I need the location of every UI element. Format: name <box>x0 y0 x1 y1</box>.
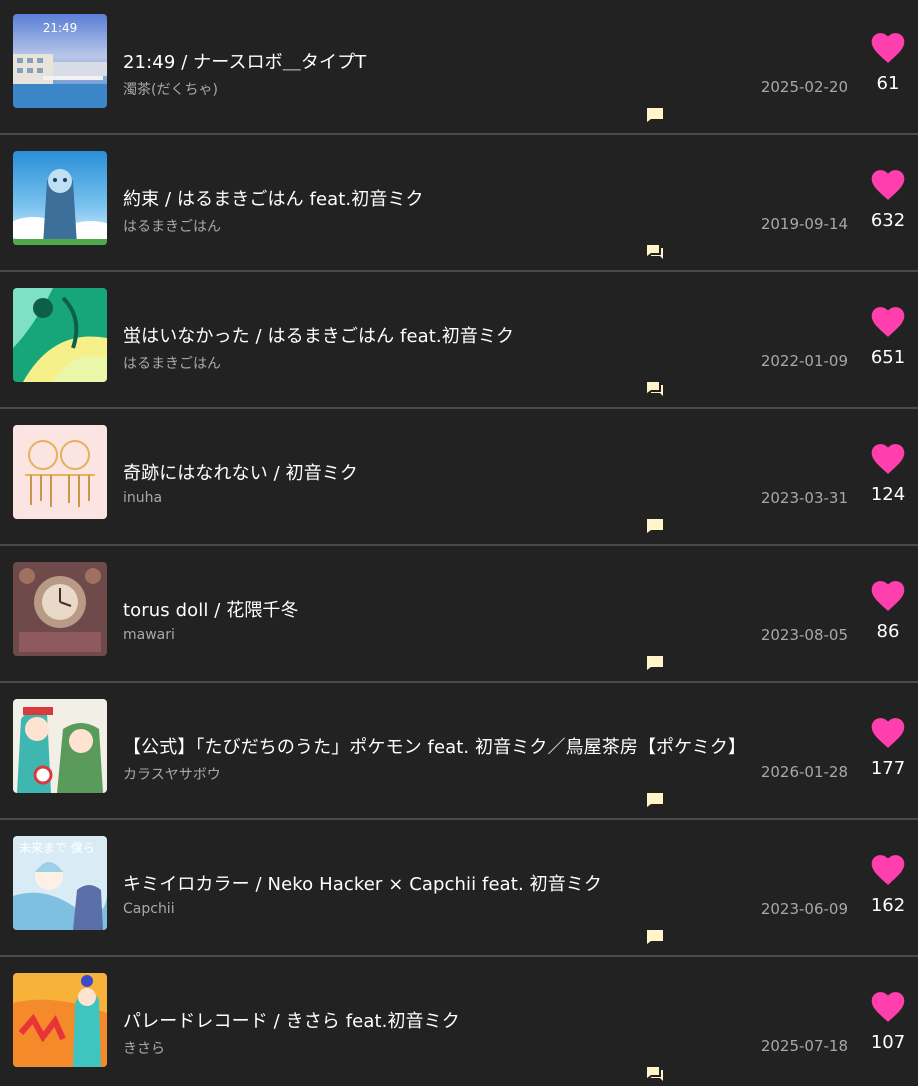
song-artist[interactable]: inuha <box>123 490 162 506</box>
song-thumbnail[interactable]: 21:49 <box>13 14 107 108</box>
like-button[interactable]: 61 <box>858 18 918 108</box>
song-thumbnail[interactable] <box>13 562 107 656</box>
comment-icon[interactable] <box>646 792 664 808</box>
song-title[interactable]: キミイロカラー / Neko Hacker × Capchii feat. 初音… <box>123 870 602 896</box>
like-count: 86 <box>876 621 900 642</box>
comment-icon[interactable] <box>646 929 664 945</box>
comment-icon[interactable] <box>646 518 664 534</box>
song-row[interactable]: 21:49 21:49 / ナースロボ＿タイプT 濁茶(だくちゃ) 2025-0… <box>0 0 918 135</box>
like-button[interactable]: 651 <box>858 292 918 382</box>
song-row[interactable]: 約束 / はるまきごはん feat.初音ミク はるまきごはん 2019-09-1… <box>0 137 918 272</box>
like-button[interactable]: 162 <box>858 840 918 930</box>
song-title[interactable]: 【公式】「たびだちのうた」ポケモン feat. 初音ミク／鳥屋茶房【ポケミク】 <box>123 733 746 759</box>
song-artist[interactable]: カラスヤサボウ <box>123 764 221 784</box>
song-date: 2023-03-31 <box>760 489 848 507</box>
song-list: 21:49 21:49 / ナースロボ＿タイプT 濁茶(だくちゃ) 2025-0… <box>0 0 918 1086</box>
song-artist[interactable]: mawari <box>123 627 175 643</box>
like-button[interactable]: 632 <box>858 155 918 245</box>
heart-icon <box>871 718 905 748</box>
song-row[interactable]: torus doll / 花隈千冬 mawari 2023-08-05 86 <box>0 548 918 683</box>
song-thumbnail[interactable]: 未来まで 僕ら <box>13 836 107 930</box>
comment-icon[interactable] <box>646 381 664 397</box>
like-count: 107 <box>870 1032 906 1053</box>
song-artist[interactable]: きさら <box>123 1038 165 1058</box>
song-artist[interactable]: 濁茶(だくちゃ) <box>123 79 218 99</box>
song-artist[interactable]: はるまきごはん <box>123 216 221 236</box>
heart-icon <box>871 33 905 63</box>
heart-icon <box>871 581 905 611</box>
like-count: 162 <box>870 895 906 916</box>
like-button[interactable]: 86 <box>858 566 918 656</box>
song-date: 2022-01-09 <box>760 352 848 370</box>
song-artist[interactable]: Capchii <box>123 901 175 917</box>
song-row[interactable]: 【公式】「たびだちのうた」ポケモン feat. 初音ミク／鳥屋茶房【ポケミク】 … <box>0 685 918 820</box>
song-title[interactable]: 奇跡にはなれない / 初音ミク <box>123 459 358 485</box>
heart-icon <box>871 444 905 474</box>
song-title[interactable]: 約束 / はるまきごはん feat.初音ミク <box>123 185 424 211</box>
svg-text:21:49: 21:49 <box>43 21 78 35</box>
song-thumbnail[interactable] <box>13 425 107 519</box>
like-button[interactable]: 124 <box>858 429 918 519</box>
heart-icon <box>871 855 905 885</box>
song-thumbnail[interactable] <box>13 973 107 1067</box>
comment-icon[interactable] <box>646 244 664 260</box>
svg-text:未来まで 僕ら: 未来まで 僕ら <box>19 841 95 855</box>
song-date: 2023-08-05 <box>760 626 848 644</box>
song-date: 2019-09-14 <box>760 215 848 233</box>
song-thumbnail[interactable] <box>13 699 107 793</box>
like-button[interactable]: 107 <box>858 977 918 1067</box>
song-date: 2025-07-18 <box>760 1037 848 1055</box>
song-row[interactable]: 奇跡にはなれない / 初音ミク inuha 2023-03-31 124 <box>0 411 918 546</box>
like-count: 177 <box>870 758 906 779</box>
song-artist[interactable]: はるまきごはん <box>123 353 221 373</box>
like-count: 124 <box>870 484 906 505</box>
comment-icon[interactable] <box>646 1066 664 1082</box>
song-date: 2026-01-28 <box>760 763 848 781</box>
song-date: 2025-02-20 <box>760 78 848 96</box>
comment-icon[interactable] <box>646 107 664 123</box>
song-title[interactable]: 蛍はいなかった / はるまきごはん feat.初音ミク <box>123 322 514 348</box>
comment-icon[interactable] <box>646 655 664 671</box>
song-title[interactable]: パレードレコード / きさら feat.初音ミク <box>123 1007 460 1033</box>
song-row[interactable]: パレードレコード / きさら feat.初音ミク きさら 2025-07-18 … <box>0 959 918 1086</box>
song-title[interactable]: torus doll / 花隈千冬 <box>123 596 299 622</box>
song-row[interactable]: 未来まで 僕ら キミイロカラー / Neko Hacker × Capchii … <box>0 822 918 957</box>
like-count: 632 <box>870 210 906 231</box>
like-count: 651 <box>870 347 906 368</box>
song-thumbnail[interactable] <box>13 288 107 382</box>
song-title[interactable]: 21:49 / ナースロボ＿タイプT <box>123 48 366 74</box>
heart-icon <box>871 992 905 1022</box>
like-button[interactable]: 177 <box>858 703 918 793</box>
song-thumbnail[interactable] <box>13 151 107 245</box>
song-row[interactable]: 蛍はいなかった / はるまきごはん feat.初音ミク はるまきごはん 2022… <box>0 274 918 409</box>
like-count: 61 <box>876 73 900 94</box>
song-date: 2023-06-09 <box>760 900 848 918</box>
heart-icon <box>871 170 905 200</box>
heart-icon <box>871 307 905 337</box>
